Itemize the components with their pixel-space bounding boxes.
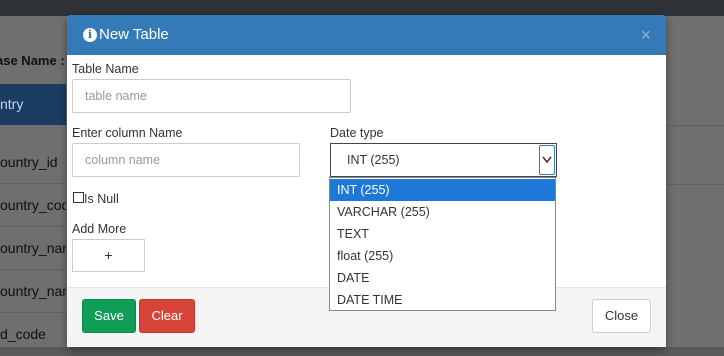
dropdown-option-varchar[interactable]: VARCHAR (255) xyxy=(330,201,555,223)
background-topbar xyxy=(0,0,724,16)
is-null-checkbox[interactable] xyxy=(73,192,84,203)
column-name-input[interactable] xyxy=(72,143,300,177)
info-icon: i xyxy=(83,28,97,42)
background-table-header: ntry xyxy=(0,84,66,125)
is-null-label: Is Null xyxy=(84,192,119,206)
data-type-selected-value: INT (255) xyxy=(347,153,400,167)
modal-header: i New Table × xyxy=(67,15,666,55)
dropdown-option-float[interactable]: float (255) xyxy=(330,245,555,267)
modal-title: i New Table xyxy=(83,25,169,45)
column-name-label: Enter column Name xyxy=(72,126,183,140)
dropdown-option-date-time[interactable]: DATE TIME xyxy=(330,289,555,311)
table-name-label: Table Name xyxy=(72,62,139,76)
background-row-1: ountry_code xyxy=(0,184,66,227)
data-type-select[interactable]: INT (255) xyxy=(330,143,557,177)
data-type-label: Date type xyxy=(330,126,384,140)
dropdown-option-int[interactable]: INT (255) xyxy=(330,179,555,201)
save-button[interactable]: Save xyxy=(82,299,136,333)
background-divider xyxy=(666,184,724,185)
background-row-3: ountry_name xyxy=(0,270,66,313)
clear-button[interactable]: Clear xyxy=(139,299,195,333)
chevron-down-icon[interactable] xyxy=(539,145,555,175)
modal-title-text: New Table xyxy=(99,26,169,43)
data-type-dropdown-list: INT (255) VARCHAR (255) TEXT float (255)… xyxy=(329,177,556,311)
background-database-name-label: ase Name : I xyxy=(0,53,72,68)
background-row-0: ountry_id xyxy=(0,141,66,184)
close-icon[interactable]: × xyxy=(640,25,651,45)
background-row-4: d_code xyxy=(0,313,66,356)
background-row-2: ountry_name xyxy=(0,227,66,270)
background-divider xyxy=(666,125,724,126)
close-button[interactable]: Close xyxy=(592,299,651,333)
add-more-label: Add More xyxy=(72,222,127,236)
add-more-button[interactable]: + xyxy=(72,239,145,272)
dropdown-option-date[interactable]: DATE xyxy=(330,267,555,289)
table-name-input[interactable] xyxy=(72,79,351,113)
background-right-column xyxy=(666,34,724,347)
dropdown-option-text[interactable]: TEXT xyxy=(330,223,555,245)
